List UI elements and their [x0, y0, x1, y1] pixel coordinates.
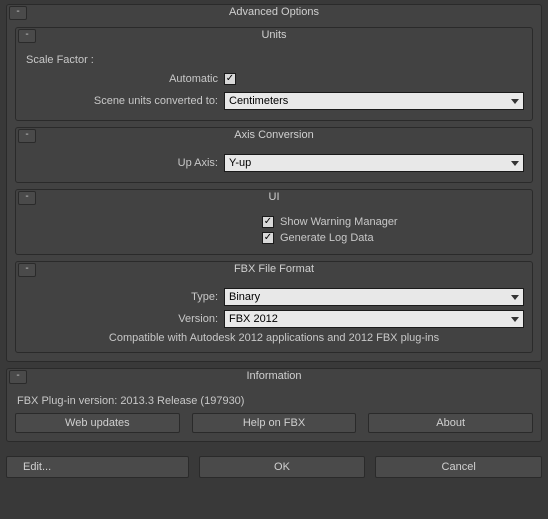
- type-label: Type:: [24, 291, 224, 303]
- type-value: Binary: [229, 291, 260, 303]
- type-select[interactable]: Binary: [224, 288, 524, 306]
- axis-title: Axis Conversion: [16, 129, 532, 141]
- converted-label: Scene units converted to:: [24, 95, 224, 107]
- collapse-button-information[interactable]: -: [9, 370, 27, 384]
- ok-button[interactable]: OK: [199, 456, 366, 478]
- collapse-button-units[interactable]: -: [18, 29, 36, 43]
- collapse-button-advanced[interactable]: -: [9, 6, 27, 20]
- advanced-options-group: - Advanced Options - Units Scale Factor …: [6, 4, 542, 362]
- scale-factor-label: Scale Factor :: [26, 54, 522, 66]
- warning-label: Show Warning Manager: [280, 216, 398, 228]
- ui-title: UI: [16, 191, 532, 203]
- fbx-header[interactable]: - FBX File Format: [16, 262, 532, 278]
- up-axis-label: Up Axis:: [24, 157, 224, 169]
- fbx-note: Compatible with Autodesk 2012 applicatio…: [24, 332, 524, 344]
- ui-header[interactable]: - UI: [16, 190, 532, 206]
- automatic-checkbox[interactable]: [224, 73, 236, 85]
- fbx-group: - FBX File Format Type: Binary: [15, 261, 533, 353]
- up-axis-select[interactable]: Y-up: [224, 154, 524, 172]
- axis-header[interactable]: - Axis Conversion: [16, 128, 532, 144]
- collapse-button-fbx[interactable]: -: [18, 263, 36, 277]
- collapse-button-ui[interactable]: -: [18, 191, 36, 205]
- help-button[interactable]: Help on FBX: [192, 413, 357, 433]
- version-value: FBX 2012: [229, 313, 278, 325]
- units-group: - Units Scale Factor : Automatic Scene u…: [15, 27, 533, 121]
- up-axis-value: Y-up: [229, 157, 251, 169]
- version-label: Version:: [24, 313, 224, 325]
- version-select[interactable]: FBX 2012: [224, 310, 524, 328]
- ui-group: - UI Show Warning Manager Generate Log D…: [15, 189, 533, 255]
- cancel-button[interactable]: Cancel: [375, 456, 542, 478]
- chevron-down-icon: [511, 161, 519, 166]
- information-header[interactable]: - Information: [7, 369, 541, 385]
- advanced-options-header[interactable]: - Advanced Options: [7, 5, 541, 21]
- information-group: - Information FBX Plug-in version: 2013.…: [6, 368, 542, 442]
- units-title: Units: [16, 29, 532, 41]
- converted-value: Centimeters: [229, 95, 288, 107]
- footer-bar: Edit... OK Cancel: [0, 452, 548, 484]
- automatic-label: Automatic: [24, 73, 224, 85]
- axis-group: - Axis Conversion Up Axis: Y-up: [15, 127, 533, 183]
- log-label: Generate Log Data: [280, 232, 374, 244]
- web-updates-button[interactable]: Web updates: [15, 413, 180, 433]
- information-title: Information: [7, 370, 541, 382]
- plugin-version-text: FBX Plug-in version: 2013.3 Release (197…: [17, 395, 531, 407]
- edit-button[interactable]: Edit...: [6, 456, 189, 478]
- log-checkbox[interactable]: [262, 232, 274, 244]
- advanced-options-title: Advanced Options: [7, 6, 541, 18]
- collapse-button-axis[interactable]: -: [18, 129, 36, 143]
- chevron-down-icon: [511, 317, 519, 322]
- about-button[interactable]: About: [368, 413, 533, 433]
- chevron-down-icon: [511, 295, 519, 300]
- units-header[interactable]: - Units: [16, 28, 532, 44]
- chevron-down-icon: [511, 99, 519, 104]
- converted-select[interactable]: Centimeters: [224, 92, 524, 110]
- warning-checkbox[interactable]: [262, 216, 274, 228]
- fbx-title: FBX File Format: [16, 263, 532, 275]
